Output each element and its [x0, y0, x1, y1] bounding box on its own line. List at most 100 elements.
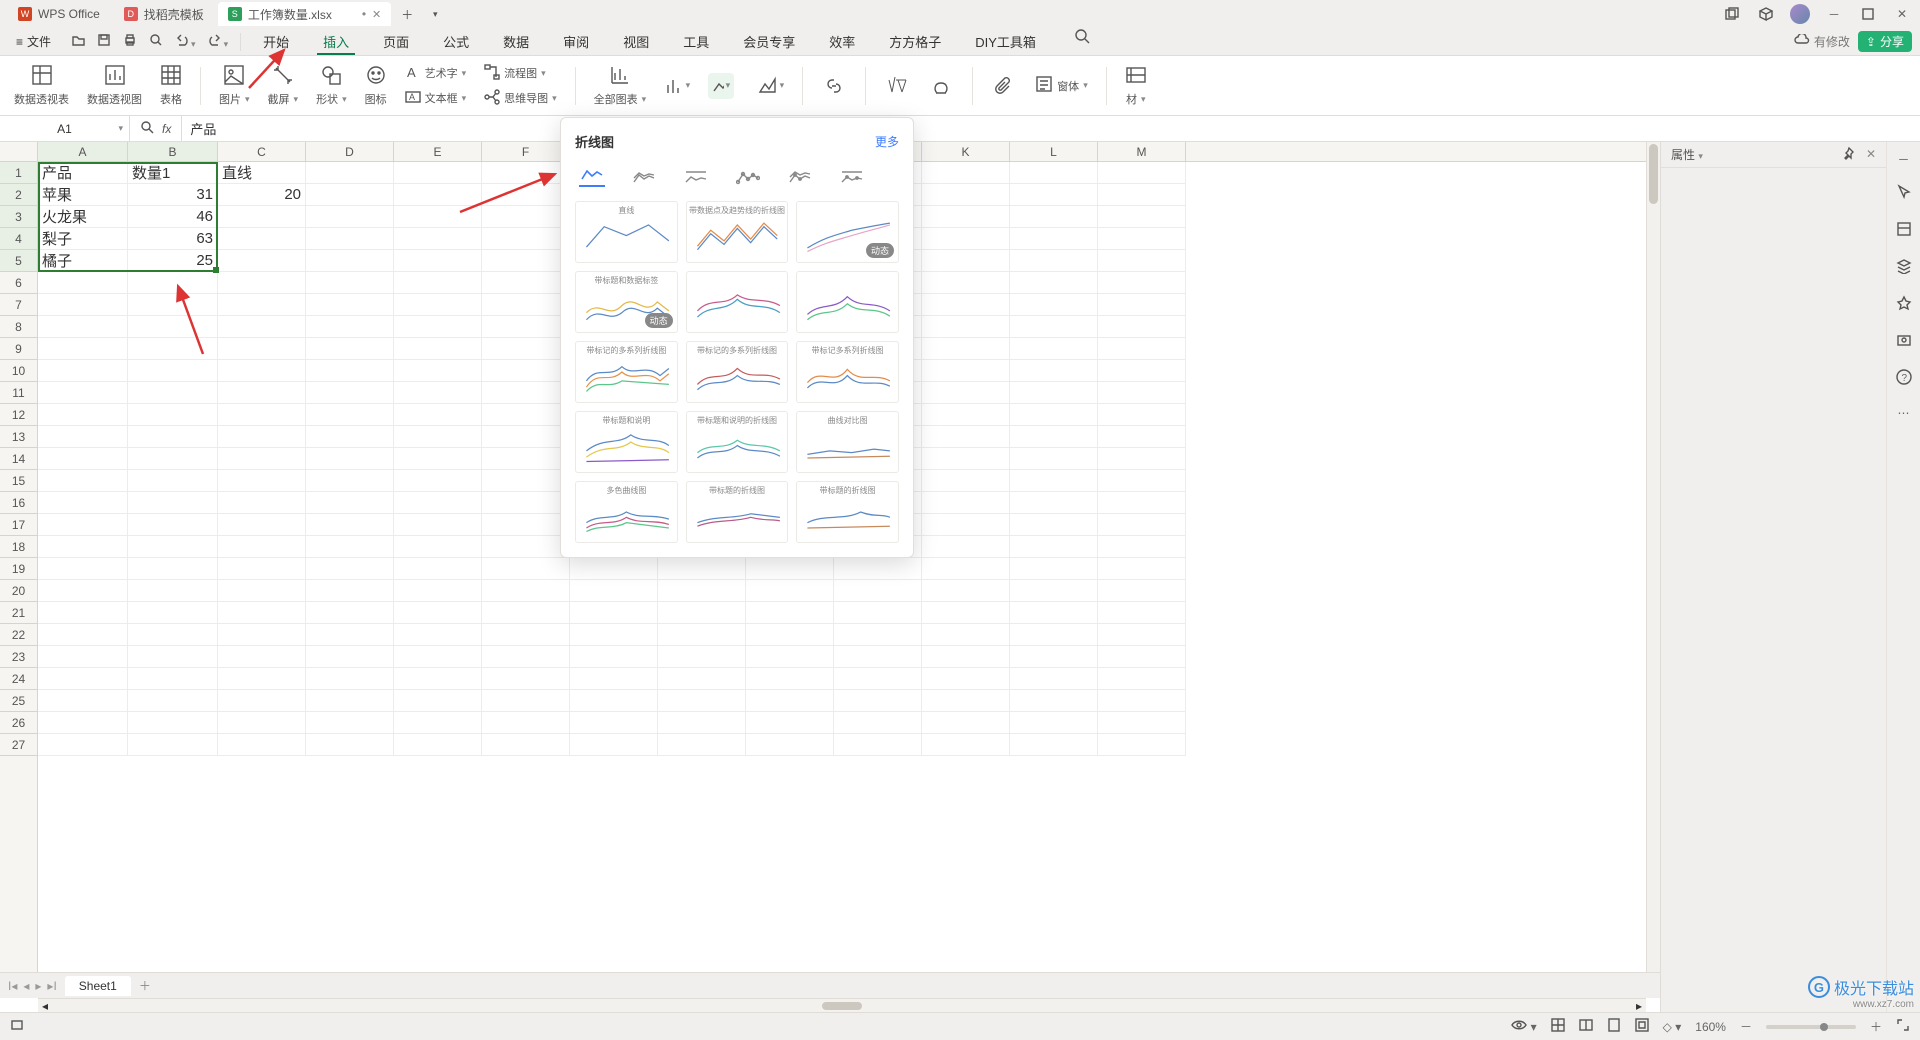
cell-B27[interactable] [128, 734, 218, 756]
cell-G24[interactable] [570, 668, 658, 690]
cell-K23[interactable] [922, 646, 1010, 668]
cell-D14[interactable] [306, 448, 394, 470]
chart-template-8[interactable]: 带标记多系列折线图 [796, 341, 899, 403]
row-header-8[interactable]: 8 [0, 316, 37, 338]
cell-L2[interactable] [1010, 184, 1098, 206]
cell-M11[interactable] [1098, 382, 1186, 404]
row-header-14[interactable]: 14 [0, 448, 37, 470]
cell-E11[interactable] [394, 382, 482, 404]
cell-M15[interactable] [1098, 470, 1186, 492]
cell-A8[interactable] [38, 316, 128, 338]
horizontal-scrollbar[interactable]: ◂▸ [38, 998, 1646, 1012]
menu-efficiency[interactable]: 效率 [823, 28, 861, 55]
cell-E8[interactable] [394, 316, 482, 338]
cell-F3[interactable] [482, 206, 570, 228]
cloud-status[interactable]: 有修改 [1794, 33, 1850, 50]
cell-K5[interactable] [922, 250, 1010, 272]
zoom-thumb[interactable] [1820, 1023, 1828, 1031]
row-header-5[interactable]: 5 [0, 250, 37, 272]
row-header-16[interactable]: 16 [0, 492, 37, 514]
cell-L8[interactable] [1010, 316, 1098, 338]
cell-L17[interactable] [1010, 514, 1098, 536]
cell-F10[interactable] [482, 360, 570, 382]
chart-template-14[interactable]: 带标题的折线图 [796, 481, 899, 543]
chart-template-12[interactable]: 多色曲线图 [575, 481, 678, 543]
ribbon-flow[interactable]: 流程图 [504, 65, 546, 81]
cell-A16[interactable] [38, 492, 128, 514]
cell-B10[interactable] [128, 360, 218, 382]
cell-C13[interactable] [218, 426, 306, 448]
cell-A12[interactable] [38, 404, 128, 426]
cell-L9[interactable] [1010, 338, 1098, 360]
ribbon-area-chart-icon[interactable] [758, 73, 784, 99]
cell-M25[interactable] [1098, 690, 1186, 712]
cell-F15[interactable] [482, 470, 570, 492]
cell-C19[interactable] [218, 558, 306, 580]
row-header-17[interactable]: 17 [0, 514, 37, 536]
chart-type-line-100-marker[interactable] [839, 167, 865, 187]
help-icon[interactable]: ? [1896, 369, 1912, 388]
ribbon-link-icon[interactable] [821, 73, 847, 99]
cell-I21[interactable] [746, 602, 834, 624]
avatar-icon[interactable] [1790, 4, 1810, 24]
cell-B20[interactable] [128, 580, 218, 602]
effects-icon[interactable] [1896, 295, 1912, 314]
cell-L19[interactable] [1010, 558, 1098, 580]
cell-G26[interactable] [570, 712, 658, 734]
cell-B11[interactable] [128, 382, 218, 404]
close-button[interactable]: ✕ [1892, 4, 1912, 24]
cell-E17[interactable] [394, 514, 482, 536]
status-grid-icon[interactable] [1551, 1018, 1565, 1035]
cell-K20[interactable] [922, 580, 1010, 602]
maximize-button[interactable] [1858, 4, 1878, 24]
fx-search-icon[interactable] [140, 120, 154, 137]
cell-D1[interactable] [306, 162, 394, 184]
zoom-in-button[interactable]: ＋ [1870, 1018, 1882, 1035]
cascade-icon[interactable] [1722, 4, 1742, 24]
cell-K14[interactable] [922, 448, 1010, 470]
cell-M18[interactable] [1098, 536, 1186, 558]
cell-I22[interactable] [746, 624, 834, 646]
cell-F25[interactable] [482, 690, 570, 712]
cell-I26[interactable] [746, 712, 834, 734]
row-header-27[interactable]: 27 [0, 734, 37, 756]
cell-E12[interactable] [394, 404, 482, 426]
cell-A1[interactable]: 产品 [38, 162, 128, 184]
cell-B26[interactable] [128, 712, 218, 734]
cell-J21[interactable] [834, 602, 922, 624]
cell-C22[interactable] [218, 624, 306, 646]
cell-B23[interactable] [128, 646, 218, 668]
cell-D19[interactable] [306, 558, 394, 580]
cell-A22[interactable] [38, 624, 128, 646]
row-header-11[interactable]: 11 [0, 382, 37, 404]
cell-L21[interactable] [1010, 602, 1098, 624]
cell-D20[interactable] [306, 580, 394, 602]
cell-M12[interactable] [1098, 404, 1186, 426]
menu-insert[interactable]: 插入 [317, 28, 355, 55]
cell-B21[interactable] [128, 602, 218, 624]
cell-H22[interactable] [658, 624, 746, 646]
zoom-out-button[interactable]: － [1740, 1018, 1752, 1035]
cell-F14[interactable] [482, 448, 570, 470]
ribbon-pivot-chart[interactable]: 数据透视图 [87, 64, 142, 107]
chart-type-line-stacked-marker[interactable] [787, 167, 813, 187]
cell-D23[interactable] [306, 646, 394, 668]
cell-D12[interactable] [306, 404, 394, 426]
cell-F24[interactable] [482, 668, 570, 690]
row-header-20[interactable]: 20 [0, 580, 37, 602]
cell-D7[interactable] [306, 294, 394, 316]
cell-M7[interactable] [1098, 294, 1186, 316]
cell-A2[interactable]: 苹果 [38, 184, 128, 206]
cell-E15[interactable] [394, 470, 482, 492]
cube-icon[interactable] [1756, 4, 1776, 24]
cell-L24[interactable] [1010, 668, 1098, 690]
scroll-left-icon[interactable]: ◂ [42, 999, 48, 1013]
cell-C14[interactable] [218, 448, 306, 470]
cell-J19[interactable] [834, 558, 922, 580]
cell-D26[interactable] [306, 712, 394, 734]
cell-C7[interactable] [218, 294, 306, 316]
cell-B7[interactable] [128, 294, 218, 316]
ribbon-form[interactable]: 窗体 [1035, 75, 1088, 96]
ribbon-pivot-table[interactable]: 数据透视表 [14, 64, 69, 107]
ribbon-icons[interactable]: 图标 [365, 64, 387, 107]
